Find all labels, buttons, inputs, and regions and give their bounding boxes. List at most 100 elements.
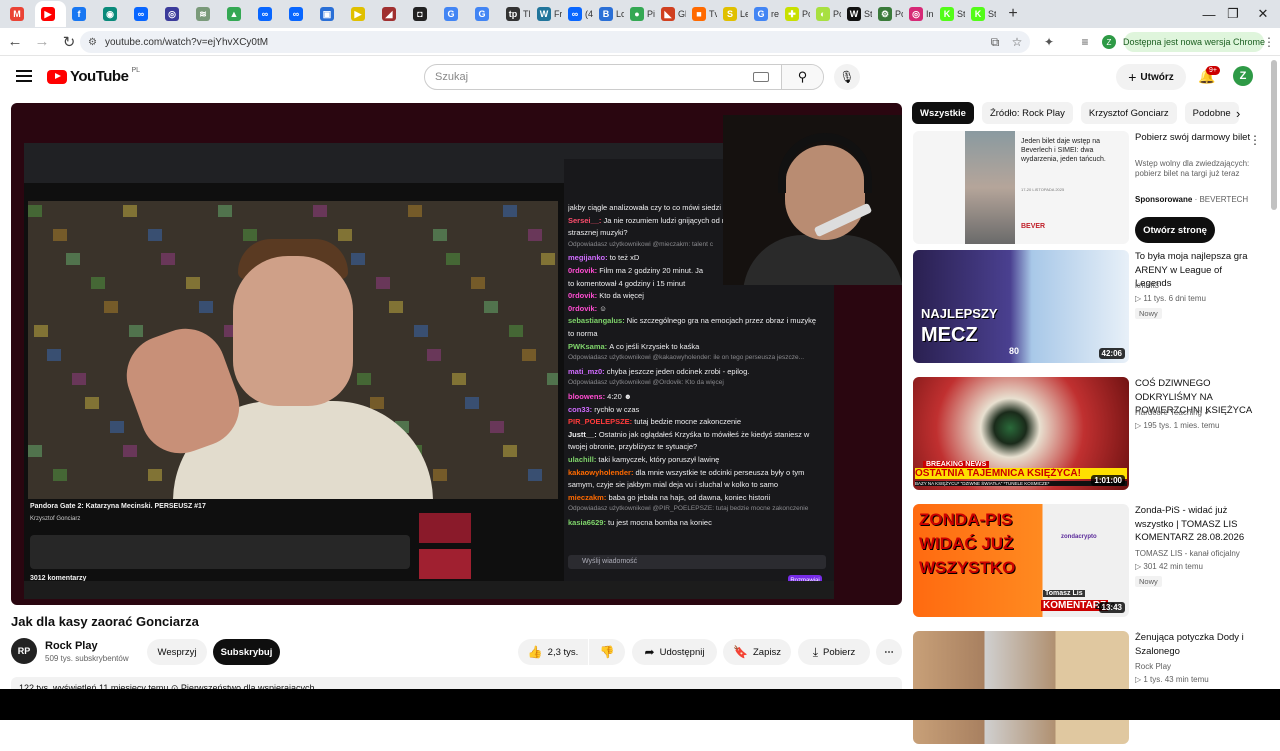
reload-button[interactable]: ↻ [57,30,81,54]
browser-tab[interactable]: ∞ [128,1,159,27]
browser-tab[interactable]: ◉ [97,1,128,27]
wordpress-icon: W [537,7,551,21]
browser-tab[interactable]: ∞ [283,1,314,27]
browser-tab[interactable]: W Fr [531,1,562,27]
video-thumbnail[interactable]: BREAKING NEWS OSTATNIA TAJEMNICA KSIĘŻYCA… [913,377,1129,490]
voice-search-button[interactable]: 🎙 [834,64,860,90]
recommendation-title[interactable]: Pobierz swój darmowy bilet [1135,131,1255,145]
chrome-update-button[interactable]: Dostępna jest nowa wersja Chrome [1123,32,1265,52]
browser-tab[interactable]: ⚙Pc [872,1,903,27]
thumb-headline: WSZYSTKO [919,558,1016,577]
site-info-icon[interactable]: ⚙ [88,37,97,48]
recommendation-item[interactable]: Jeden bilet daje wstęp na Beverlech i SI… [913,131,1263,251]
create-button[interactable]: + Utwórz [1116,64,1186,90]
account-avatar[interactable]: Z [1233,66,1253,86]
browser-tab[interactable]: Gre [748,1,779,27]
browser-tab[interactable]: ▶ [345,1,376,27]
browser-tab[interactable]: f [66,1,97,27]
browser-tab[interactable]: ■ Tv [686,1,717,27]
filter-chip[interactable]: Podobne [1184,102,1239,124]
install-app-icon[interactable]: ⧉ [986,33,1004,51]
support-button[interactable]: Wesprzyj [147,639,207,665]
browser-tab[interactable]: ◣Gl [655,1,686,27]
dislike-button[interactable]: 👎 [589,639,625,665]
channel-name[interactable]: Rock Play [45,640,98,652]
like-button[interactable]: 👍 2,3 tys. [518,639,588,665]
browser-tab[interactable]: ▣ [314,1,345,27]
page-scrollbar[interactable] [1271,60,1277,210]
browser-tab[interactable]: ● Pi [624,1,655,27]
recommendation-title[interactable]: Zonda-PiS - widać już wszystko | TOMASZ … [1135,504,1255,544]
youtube-logo[interactable]: YouTube PL [47,67,140,85]
browser-tab[interactable]: B Lo [593,1,624,27]
browser-tab[interactable]: tp Tl [500,1,531,27]
recommendation-channel[interactable]: TOMASZ LIS - kanał oficjalny [1135,549,1240,558]
browser-tab[interactable]: K St [934,1,965,27]
chevron-right-icon[interactable]: › [1236,106,1240,121]
channel-avatar[interactable]: RP [11,638,37,664]
chat-username: 0rdovik: [568,266,600,275]
video-thumbnail[interactable] [913,631,1129,744]
browser-tab[interactable]: W St [841,1,872,27]
browser-tab[interactable]: ≋ [190,1,221,27]
browser-tab[interactable]: ✚Pc [779,1,810,27]
bookmark-star-icon[interactable]: ☆ [1008,33,1026,51]
browser-tab[interactable]: G [438,1,469,27]
browser-tab[interactable]: ◎ [159,1,190,27]
recommendation-title[interactable]: Żenująca potyczka Dody i Szalonego [1135,631,1255,658]
share-icon: ➦ [644,645,655,659]
subscribe-button[interactable]: Subskrybuj [213,639,280,665]
reading-list-icon[interactable]: ≡ [1076,33,1094,51]
browser-tab[interactable]: ◎ In [903,1,934,27]
video-thumbnail[interactable]: Jeden bilet daje wstęp na Beverlech i SI… [913,131,1129,244]
recommendation-channel[interactable]: kmmt3 [1135,281,1159,290]
profile-icon[interactable]: Z [1100,33,1118,51]
recommendation-stats: 195 tys. 1 mies. temu [1143,421,1220,430]
save-button[interactable]: 🔖 Zapisz [723,639,791,665]
share-button[interactable]: ➦ Udostępnij [632,639,717,665]
browser-tab[interactable]: ◘ [407,1,438,27]
browser-tab[interactable]: M [4,1,35,27]
recommendation-channel[interactable]: Hardcore Teaching ✔ [1135,408,1211,417]
browser-tab[interactable]: ◢ [376,1,407,27]
browser-tab[interactable]: ◐Pc [810,1,841,27]
kebab-menu-icon[interactable]: ⋮ [1249,133,1261,147]
search-input[interactable]: Szukaj [425,71,753,83]
video-thumbnail[interactable]: NAJLEPSZY MECZ 80 42:06 [913,250,1129,363]
visit-site-button[interactable]: Otwórz stronę [1135,217,1215,243]
download-button[interactable]: ⤓ Pobierz [798,639,870,665]
recommendation-item[interactable]: ZONDA-PIS WIDAĆ JUŻ WSZYSTKO zondacrypto Tom… [913,504,1263,624]
notifications-badge: 9+ [1206,66,1220,75]
video-player[interactable]: Pandora Gate 2: Katarzyna Mecinski. PERS… [11,103,902,605]
browser-tab[interactable]: ▶ [35,1,66,27]
search-button[interactable]: ⚲ [781,65,823,89]
keyboard-icon[interactable] [753,72,769,82]
recommendation-channel[interactable]: Rock Play [1135,662,1171,671]
forward-button[interactable]: → [30,30,54,54]
new-tab-button[interactable]: + [1002,3,1024,25]
more-actions-button[interactable]: ⋯ [876,639,902,665]
address-bar[interactable]: ⚙ youtube.com/watch?v=ejYhvXCy0tM [80,31,1030,53]
close-window-button[interactable]: ✕ [1240,0,1280,28]
chat-username: bloowens: [568,392,608,401]
search-box[interactable]: Szukaj ⚲ [424,64,824,90]
browser-tab[interactable]: K St [965,1,996,27]
app-icon: ◐ [816,7,830,21]
extensions-icon[interactable]: ✦ [1040,33,1058,51]
browser-tab[interactable]: ∞ [252,1,283,27]
filter-chip[interactable]: Krzysztof Gonciarz [1080,102,1177,124]
filter-chip[interactable]: Źródło: Rock Play [981,102,1073,124]
browser-tab[interactable]: G [469,1,500,27]
guide-menu-icon[interactable] [16,70,32,82]
browser-tab[interactable]: S Le [717,1,748,27]
filter-chip[interactable]: Wszystkie [912,102,974,124]
video-duration: 13:43 [1098,602,1125,613]
recommendation-item[interactable]: NAJLEPSZY MECZ 80 42:06 To była moja najleps… [913,250,1263,370]
recommendation-item[interactable]: BREAKING NEWS OSTATNIA TAJEMNICA KSIĘŻYCA… [913,377,1263,497]
back-button[interactable]: ← [3,30,27,54]
video-thumbnail[interactable]: ZONDA-PIS WIDAĆ JUŻ WSZYSTKO zondacrypto Tom… [913,504,1129,617]
chrome-menu-icon[interactable]: ⋮ [1260,33,1278,51]
description-box[interactable]: 122 tys. wyświetleń 11 miesięcy temu ⊙ P… [11,677,902,689]
browser-tab[interactable]: ∞ (4 [562,1,593,27]
browser-tab[interactable]: ▲ [221,1,252,27]
